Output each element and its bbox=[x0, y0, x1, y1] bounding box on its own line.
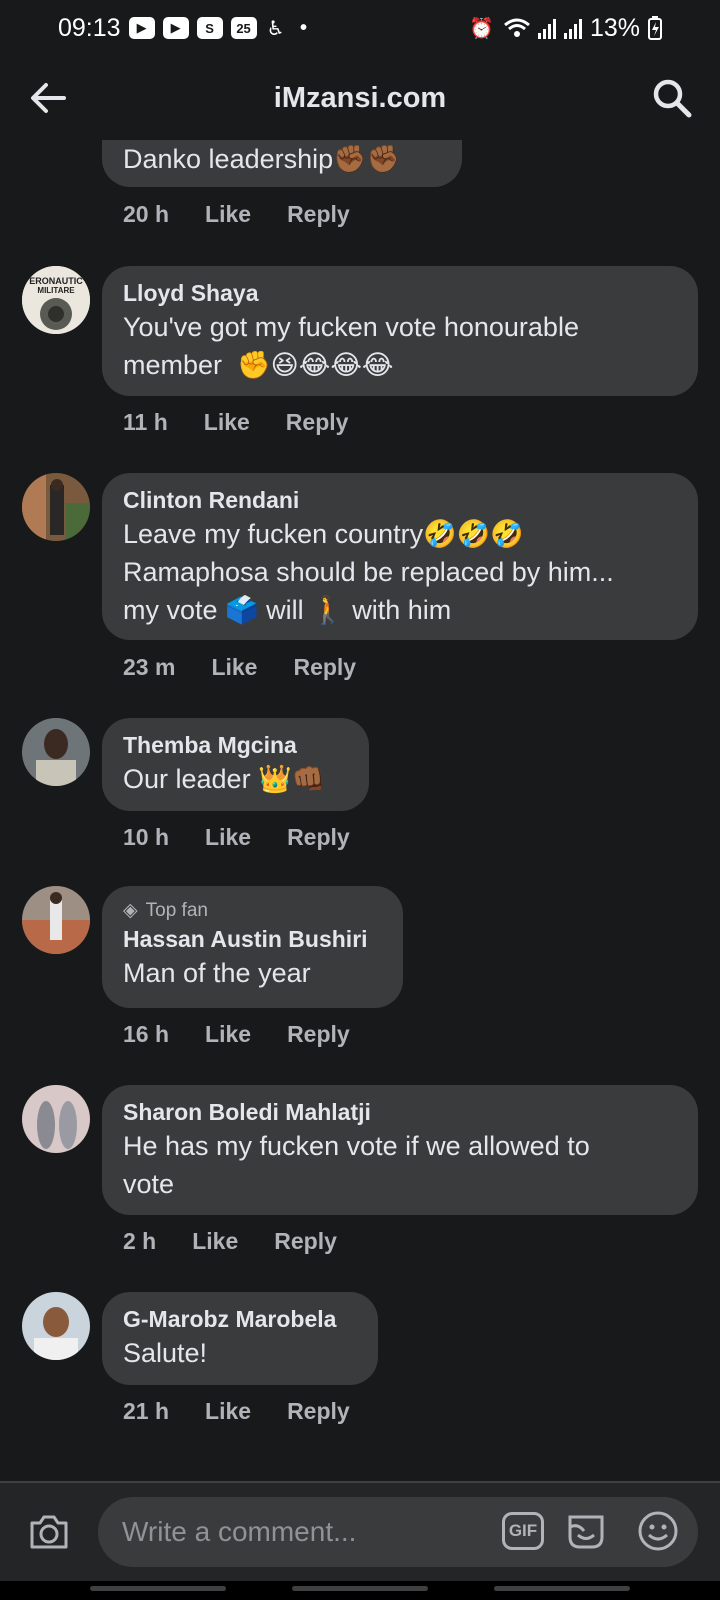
status-bar: 09:13 ▶ ▶ S 25 ♿ • ⏰ 13% bbox=[0, 0, 720, 56]
comment-author[interactable]: Themba Mgcina bbox=[123, 730, 349, 760]
svg-text:MILITARE: MILITARE bbox=[37, 286, 75, 295]
avatar[interactable] bbox=[22, 718, 90, 786]
wifi-icon bbox=[503, 18, 530, 37]
like-button[interactable]: Like bbox=[205, 199, 251, 229]
comment-actions: 20 h Like Reply bbox=[123, 199, 350, 229]
comment-bubble[interactable]: Danko leadership✊🏾✊🏾 bbox=[102, 140, 462, 187]
comment-time: 16 h bbox=[123, 1021, 170, 1047]
comment-actions: 23 m Like Reply bbox=[123, 652, 356, 682]
comment-text: Salute! bbox=[123, 1338, 208, 1368]
comment-text: Our leader 👑👊🏾 bbox=[123, 764, 326, 794]
like-button[interactable]: Like bbox=[205, 822, 251, 852]
avatar[interactable] bbox=[22, 1292, 90, 1360]
comment-actions: 21 h Like Reply bbox=[123, 1396, 350, 1426]
reply-button[interactable]: Reply bbox=[287, 1019, 350, 1049]
comment-text: Man of the year bbox=[123, 958, 311, 988]
comment-time: 21 h bbox=[123, 1398, 170, 1424]
comment-actions: 10 h Like Reply bbox=[123, 822, 350, 852]
comment-author[interactable]: Sharon Boledi Mahlatji bbox=[123, 1097, 678, 1127]
comment-author[interactable]: Lloyd Shaya bbox=[123, 278, 678, 308]
like-button[interactable]: Like bbox=[205, 1396, 251, 1426]
search-icon[interactable] bbox=[650, 76, 694, 120]
comment-actions: 16 h Like Reply bbox=[123, 1019, 350, 1049]
avatar[interactable] bbox=[22, 473, 90, 541]
status-right: ⏰ 13% bbox=[467, 14, 662, 43]
comment-time: 11 h bbox=[123, 409, 168, 435]
back-arrow-icon[interactable] bbox=[26, 76, 70, 120]
signal-icon bbox=[537, 17, 556, 39]
comment-author[interactable]: G-Marobz Marobela bbox=[123, 1304, 358, 1334]
reply-button[interactable]: Reply bbox=[286, 407, 349, 437]
comment-author[interactable]: Clinton Rendani bbox=[123, 485, 678, 515]
like-button[interactable]: Like bbox=[211, 652, 257, 682]
youtube-icon: ▶ bbox=[128, 17, 155, 39]
battery-icon bbox=[648, 16, 662, 40]
comment-list: Danko leadership✊🏾✊🏾 20 h Like Reply ERO… bbox=[0, 140, 720, 1480]
comment-time: 10 h bbox=[123, 824, 170, 850]
avatar[interactable] bbox=[22, 1085, 90, 1153]
diamond-icon: ◈ bbox=[123, 900, 138, 921]
dot-icon: • bbox=[299, 16, 307, 39]
top-fan-badge: ◈ Top fan bbox=[123, 898, 383, 924]
comment-time: 23 m bbox=[123, 654, 176, 680]
comment-actions: 11 h Like Reply bbox=[123, 407, 348, 437]
comment-author[interactable]: Hassan Austin Bushiri bbox=[123, 924, 383, 954]
comment-time: 20 h bbox=[123, 201, 170, 227]
comment-box: GIF bbox=[98, 1497, 698, 1567]
youtube-icon: ▶ bbox=[162, 17, 189, 39]
reply-button[interactable]: Reply bbox=[287, 1396, 350, 1426]
status-time: 09:13 bbox=[58, 13, 121, 42]
comment-actions: 2 h Like Reply bbox=[123, 1226, 337, 1256]
comment-bubble[interactable]: Clinton Rendani Leave my fucken country🤣… bbox=[102, 473, 698, 640]
calendar-icon: 25 bbox=[230, 17, 257, 39]
comment-text: You've got my fucken vote honourable mem… bbox=[123, 312, 579, 380]
signal-icon bbox=[563, 17, 582, 39]
gif-button[interactable]: GIF bbox=[502, 1512, 544, 1550]
nav-back-pill[interactable] bbox=[494, 1586, 630, 1591]
nav-home-pill[interactable] bbox=[292, 1586, 428, 1591]
comment-text: Danko leadership✊🏾✊🏾 bbox=[123, 144, 401, 174]
reply-button[interactable]: Reply bbox=[287, 199, 350, 229]
comment-composer: GIF bbox=[0, 1481, 720, 1581]
like-button[interactable]: Like bbox=[192, 1226, 238, 1256]
comment-time: 2 h bbox=[123, 1228, 157, 1254]
sticker-icon[interactable] bbox=[564, 1509, 608, 1553]
comment-input[interactable] bbox=[120, 1497, 480, 1567]
comment-bubble[interactable]: Lloyd Shaya You've got my fucken vote ho… bbox=[102, 266, 698, 396]
like-button[interactable]: Like bbox=[205, 1019, 251, 1049]
comment-text: He has my fucken vote if we allowed to v… bbox=[123, 1131, 590, 1199]
avatar[interactable]: ERONAUTIC MILITARE bbox=[22, 266, 90, 334]
comment-bubble[interactable]: Themba Mgcina Our leader 👑👊🏾 bbox=[102, 718, 369, 811]
nav-recents-pill[interactable] bbox=[90, 1586, 226, 1591]
reply-button[interactable]: Reply bbox=[293, 652, 356, 682]
accessibility-icon: ♿ bbox=[266, 17, 285, 40]
reply-button[interactable]: Reply bbox=[287, 822, 350, 852]
reply-button[interactable]: Reply bbox=[274, 1226, 337, 1256]
page-title: iMzansi.com bbox=[273, 81, 447, 114]
like-button[interactable]: Like bbox=[204, 407, 250, 437]
comment-bubble[interactable]: Sharon Boledi Mahlatji He has my fucken … bbox=[102, 1085, 698, 1215]
comment-text: Leave my fucken country🤣🤣🤣 Ramaphosa sho… bbox=[123, 519, 614, 625]
top-fan-label: Top fan bbox=[145, 900, 208, 921]
emoji-icon[interactable] bbox=[636, 1509, 680, 1553]
app-header: iMzansi.com bbox=[0, 56, 720, 140]
status-left: 09:13 ▶ ▶ S 25 ♿ • bbox=[58, 14, 313, 43]
comment-bubble[interactable]: G-Marobz Marobela Salute! bbox=[102, 1292, 378, 1385]
avatar[interactable] bbox=[22, 886, 90, 954]
navigation-bar bbox=[0, 1581, 720, 1600]
camera-icon[interactable] bbox=[26, 1509, 72, 1555]
battery-percent: 13% bbox=[589, 13, 640, 42]
svg-text:ERONAUTIC: ERONAUTIC bbox=[29, 276, 83, 286]
comment-bubble[interactable]: ◈ Top fan Hassan Austin Bushiri Man of t… bbox=[102, 886, 403, 1008]
s-icon: S bbox=[196, 17, 223, 39]
alarm-icon: ⏰ bbox=[469, 17, 494, 40]
